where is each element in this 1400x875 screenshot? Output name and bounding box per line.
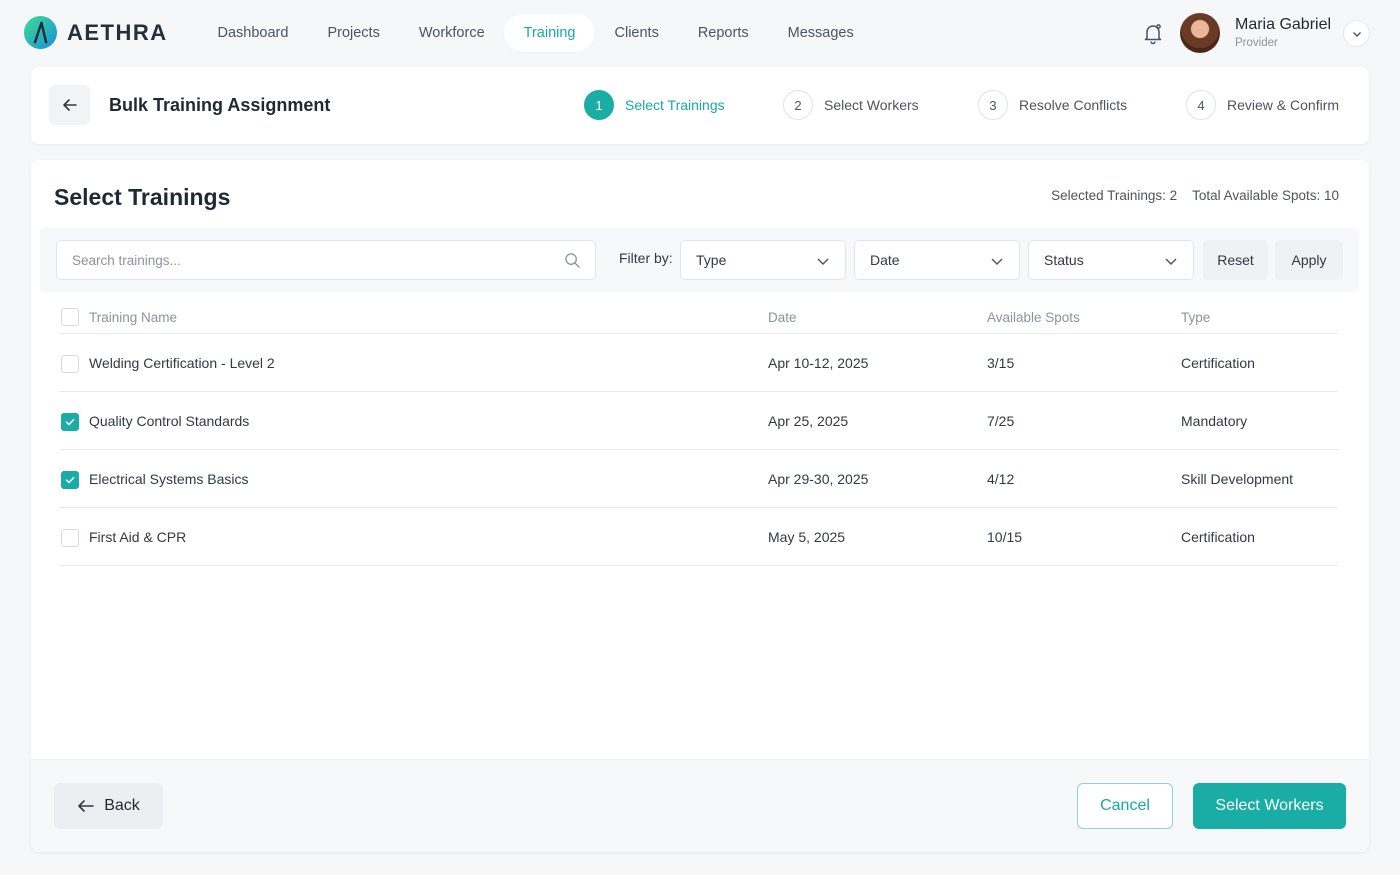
chevron-down-icon: [1352, 31, 1361, 37]
training-date: Apr 10-12, 2025: [768, 355, 869, 371]
selected-trainings-count: Selected Trainings: 2: [1051, 188, 1178, 203]
checkmark-icon: [65, 476, 75, 484]
training-date: Apr 29-30, 2025: [768, 471, 869, 487]
column-header-available-spots[interactable]: Available Spots: [987, 310, 1080, 325]
step-label: Select Workers: [824, 97, 919, 113]
cancel-button[interactable]: Cancel: [1077, 783, 1173, 829]
table-row[interactable]: Quality Control Standards Apr 25, 2025 7…: [59, 392, 1338, 450]
row-checkbox[interactable]: [61, 529, 79, 547]
type-filter-select[interactable]: Type: [680, 240, 846, 280]
wizard-footer: Back Cancel Select Workers: [31, 759, 1369, 852]
nav-item-reports[interactable]: Reports: [678, 14, 768, 52]
user-name: Maria Gabriel: [1235, 16, 1332, 33]
top-navigation-bar: AETHRA Dashboard Projects Workforce Trai…: [0, 0, 1400, 66]
filter-label: Filter by:: [619, 250, 673, 266]
chevron-down-icon: [1165, 258, 1177, 265]
select-all-checkbox[interactable]: [61, 308, 79, 326]
row-checkbox[interactable]: [61, 471, 79, 489]
brand-logo[interactable]: AETHRA: [23, 15, 168, 50]
nav-item-messages[interactable]: Messages: [768, 14, 873, 52]
chevron-down-icon: [991, 258, 1003, 265]
total-available-spots: Total Available Spots: 10: [1192, 188, 1339, 203]
training-name: Electrical Systems Basics: [89, 471, 249, 487]
section-title: Select Trainings: [54, 184, 231, 210]
main-nav: Dashboard Projects Workforce Training Cl…: [198, 14, 873, 52]
select-value: Date: [870, 252, 900, 268]
step-number: 2: [783, 90, 813, 120]
training-type: Mandatory: [1181, 413, 1248, 429]
training-spots: 4/12: [987, 471, 1015, 487]
nav-item-training[interactable]: Training: [504, 14, 595, 52]
chevron-down-icon: [817, 258, 829, 265]
step-number: 1: [584, 90, 614, 120]
checkmark-icon: [65, 418, 75, 426]
nav-item-projects[interactable]: Projects: [308, 14, 399, 52]
header-back-button[interactable]: [49, 85, 90, 125]
training-type: Skill Development: [1181, 471, 1294, 487]
user-avatar[interactable]: [1180, 13, 1220, 53]
reset-button[interactable]: Reset: [1203, 240, 1268, 280]
user-role: Provider: [1235, 37, 1278, 49]
table-row[interactable]: First Aid & CPR May 5, 2025 10/15 Certif…: [59, 508, 1338, 566]
status-filter-select[interactable]: Status: [1028, 240, 1194, 280]
training-type: Certification: [1181, 529, 1255, 545]
back-button[interactable]: Back: [54, 783, 163, 829]
apply-button[interactable]: Apply: [1275, 240, 1343, 280]
training-spots: 3/15: [987, 355, 1015, 371]
notification-bell-icon[interactable]: [1141, 21, 1165, 45]
training-date: Apr 25, 2025: [768, 413, 849, 429]
training-spots: 7/25: [987, 413, 1015, 429]
table-row[interactable]: Electrical Systems Basics Apr 29-30, 202…: [59, 450, 1338, 508]
nav-item-dashboard[interactable]: Dashboard: [198, 14, 308, 52]
nav-item-workforce[interactable]: Workforce: [399, 14, 504, 52]
filter-bar: Filter by: Type Date Status Reset Apply: [40, 228, 1359, 292]
aethra-logo-icon: [23, 15, 58, 50]
nav-item-clients[interactable]: Clients: [595, 14, 678, 52]
step-label: Select Trainings: [625, 97, 725, 113]
training-type: Certification: [1181, 355, 1255, 371]
step-label: Review & Confirm: [1227, 97, 1340, 113]
select-value: Status: [1044, 252, 1084, 268]
column-header-type[interactable]: Type: [1181, 310, 1210, 325]
search-icon[interactable]: [564, 252, 581, 269]
training-name: Welding Certification - Level 2: [89, 355, 275, 371]
select-trainings-panel: Select Trainings Selected Trainings: 2 T…: [31, 160, 1369, 852]
select-workers-button[interactable]: Select Workers: [1193, 783, 1346, 829]
user-menu-button[interactable]: [1343, 20, 1370, 47]
arrow-left-icon: [62, 99, 77, 111]
step-select-trainings[interactable]: 1 Select Trainings: [584, 90, 725, 120]
column-header-date[interactable]: Date: [768, 310, 797, 325]
select-value: Type: [696, 252, 727, 268]
step-review-confirm[interactable]: 4 Review & Confirm: [1186, 90, 1339, 120]
step-number: 4: [1186, 90, 1216, 120]
trainings-table: Training Name Date Available Spots Type …: [59, 300, 1338, 566]
page-title: Bulk Training Assignment: [109, 95, 331, 115]
step-number: 3: [978, 90, 1008, 120]
selection-summary: Selected Trainings: 2 Total Available Sp…: [1051, 188, 1339, 203]
step-resolve-conflicts[interactable]: 3 Resolve Conflicts: [978, 90, 1127, 120]
search-input[interactable]: [57, 241, 537, 279]
back-button-label: Back: [104, 797, 140, 814]
training-date: May 5, 2025: [768, 529, 846, 545]
row-checkbox[interactable]: [61, 413, 79, 431]
step-label: Resolve Conflicts: [1019, 97, 1128, 113]
wizard-header: Bulk Training Assignment 1 Select Traini…: [31, 67, 1369, 144]
training-name: Quality Control Standards: [89, 413, 250, 429]
training-name: First Aid & CPR: [89, 529, 187, 545]
search-box: [56, 240, 596, 280]
column-header-training-name[interactable]: Training Name: [89, 310, 177, 325]
table-row[interactable]: Welding Certification - Level 2 Apr 10-1…: [59, 334, 1338, 392]
brand-name: AETHRA: [67, 19, 168, 45]
step-select-workers[interactable]: 2 Select Workers: [783, 90, 919, 120]
row-checkbox[interactable]: [61, 355, 79, 373]
table-header-row: Training Name Date Available Spots Type: [59, 300, 1338, 334]
date-filter-select[interactable]: Date: [854, 240, 1020, 280]
training-spots: 10/15: [987, 529, 1023, 545]
arrow-left-icon: [78, 800, 95, 812]
